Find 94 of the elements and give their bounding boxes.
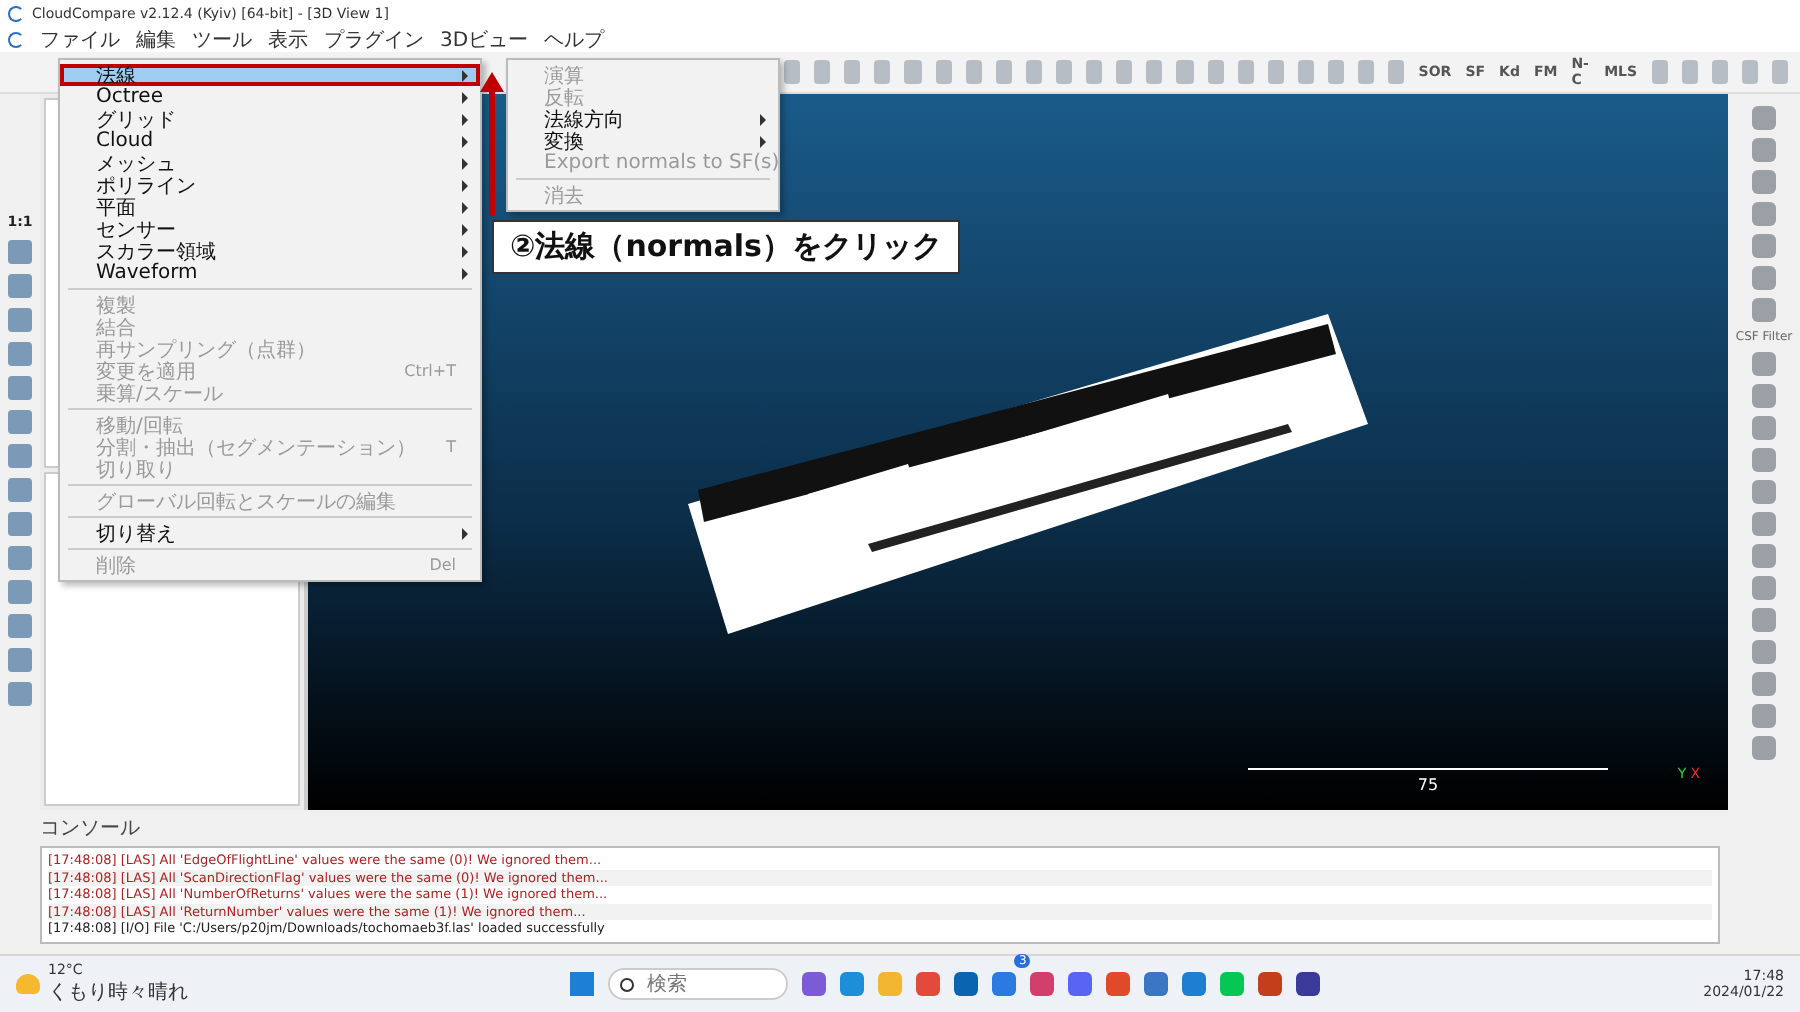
- tool-icon[interactable]: [8, 376, 32, 400]
- tool-icon[interactable]: [1752, 202, 1776, 226]
- menu-item[interactable]: 表示: [268, 25, 308, 53]
- menu-option[interactable]: 法線: [60, 64, 480, 86]
- submenu-arrow-icon: [462, 527, 468, 539]
- tool-icon[interactable]: [1752, 736, 1776, 760]
- tool-icon[interactable]: [8, 274, 32, 298]
- tool-icon[interactable]: [8, 512, 32, 536]
- tool-icon[interactable]: [8, 410, 32, 434]
- callout-label: ②法線（normals）をクリック: [492, 220, 960, 274]
- tool-icon[interactable]: [1086, 60, 1103, 84]
- menu-option[interactable]: メッシュ: [60, 152, 480, 174]
- tool-icon[interactable]: [1752, 512, 1776, 536]
- tool-icon[interactable]: [1237, 60, 1254, 84]
- tool-icon[interactable]: [1752, 170, 1776, 194]
- tool-icon[interactable]: [1752, 608, 1776, 632]
- tool-icon[interactable]: [8, 580, 32, 604]
- tool-icon[interactable]: [1752, 234, 1776, 258]
- tool-icon[interactable]: [8, 648, 32, 672]
- menu-option[interactable]: 変換: [508, 130, 778, 152]
- menu-option[interactable]: Cloud: [60, 130, 480, 152]
- menu-item[interactable]: ファイル: [40, 25, 120, 53]
- tool-icon[interactable]: [1752, 576, 1776, 600]
- menu-option[interactable]: 平面: [60, 196, 480, 218]
- tool-icon[interactable]: [995, 60, 1012, 84]
- tool-icon[interactable]: [1267, 60, 1284, 84]
- tool-icon[interactable]: [965, 60, 982, 84]
- tool-icon[interactable]: [1207, 60, 1224, 84]
- tool-icon[interactable]: [1752, 480, 1776, 504]
- tool-icon[interactable]: [1752, 352, 1776, 376]
- menu-option[interactable]: 切り替え: [60, 522, 480, 544]
- app-icon[interactable]: [1068, 972, 1093, 996]
- menu-option[interactable]: センサー: [60, 218, 480, 240]
- tool-icon[interactable]: [1752, 106, 1776, 130]
- app-icon[interactable]: [1258, 972, 1283, 996]
- tool-icon[interactable]: [8, 614, 32, 638]
- tool-icon[interactable]: [784, 60, 801, 84]
- tool-icon[interactable]: [1752, 138, 1776, 162]
- callout-arrow: [480, 72, 504, 216]
- app-icon[interactable]: [1296, 972, 1321, 996]
- app-icon[interactable]: [1030, 972, 1055, 996]
- tool-icon[interactable]: [844, 60, 861, 84]
- tool-icon[interactable]: [1146, 60, 1163, 84]
- tool-icon[interactable]: [1025, 60, 1042, 84]
- start-icon[interactable]: [570, 972, 595, 996]
- tool-icon[interactable]: [1752, 544, 1776, 568]
- menu-option[interactable]: Octree: [60, 86, 480, 108]
- tool-icon[interactable]: [1388, 60, 1405, 84]
- tool-icon[interactable]: [1327, 60, 1345, 84]
- menu-item[interactable]: プラグイン: [324, 25, 424, 53]
- menu-option[interactable]: ポリライン: [60, 174, 480, 196]
- panel-title: コンソール: [40, 816, 142, 844]
- app-icon[interactable]: [954, 972, 979, 996]
- tool-icon[interactable]: [1752, 704, 1776, 728]
- search-field[interactable]: 検索: [608, 968, 789, 1000]
- tool-icon[interactable]: [935, 60, 952, 84]
- tool-icon[interactable]: [8, 444, 32, 468]
- tool-icon[interactable]: [1176, 60, 1194, 84]
- tool-icon[interactable]: [1358, 60, 1375, 84]
- menu-option[interactable]: Waveform: [60, 262, 480, 284]
- app-icon[interactable]: [802, 972, 827, 996]
- tool-icon[interactable]: [1752, 672, 1776, 696]
- tool-icon[interactable]: [1752, 384, 1776, 408]
- app-icon[interactable]: [1182, 972, 1207, 996]
- menu-option[interactable]: 法線方向: [508, 108, 778, 130]
- tool-icon[interactable]: [1752, 266, 1776, 290]
- tool-icon[interactable]: [904, 60, 922, 84]
- menu-item[interactable]: ツール: [192, 25, 252, 53]
- tool-icon[interactable]: [8, 546, 32, 570]
- tool-icon[interactable]: [1116, 60, 1133, 84]
- tool-icon[interactable]: [8, 682, 32, 706]
- scale-value: 75: [1417, 776, 1439, 794]
- tool-icon[interactable]: [814, 60, 831, 84]
- menu-item[interactable]: ヘルプ: [544, 25, 605, 53]
- tool-icon[interactable]: [8, 240, 32, 264]
- tool-icon[interactable]: [8, 478, 32, 502]
- tool-icon[interactable]: [874, 60, 891, 84]
- app-icon[interactable]: [992, 972, 1017, 996]
- menu-option[interactable]: スカラー領域: [60, 240, 480, 262]
- tool-icon[interactable]: [8, 308, 32, 332]
- tool-icon[interactable]: [1752, 640, 1776, 664]
- tool-icon[interactable]: [1752, 448, 1776, 472]
- tool-icon[interactable]: [1752, 298, 1776, 322]
- tool-icon[interactable]: [1752, 416, 1776, 440]
- menu-option[interactable]: グリッド: [60, 108, 480, 130]
- app-icon[interactable]: [1106, 972, 1131, 996]
- menu-item[interactable]: 編集: [136, 25, 176, 53]
- tool-icon[interactable]: [8, 342, 32, 366]
- app-icon[interactable]: [1144, 972, 1169, 996]
- weather-text: くもり時々晴れ: [48, 979, 188, 1006]
- app-icon[interactable]: [916, 972, 941, 996]
- menu-item[interactable]: 3Dビュー: [440, 25, 529, 53]
- tool-icon[interactable]: [1297, 60, 1314, 84]
- tool-icon[interactable]: [1055, 60, 1073, 84]
